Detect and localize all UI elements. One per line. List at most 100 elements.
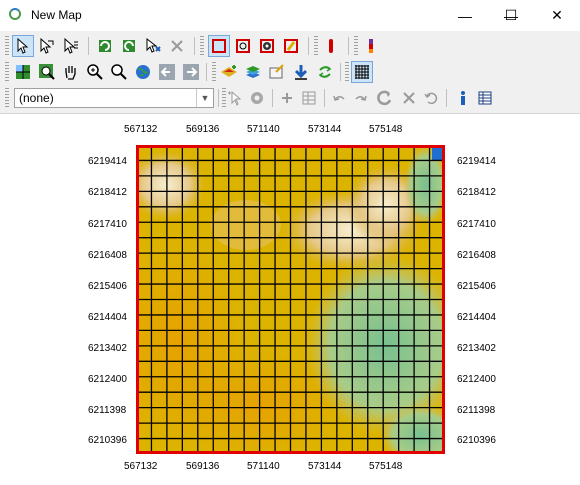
toolbar-grip[interactable] xyxy=(354,36,358,56)
toolbar-grip[interactable] xyxy=(5,62,9,82)
y-tick-label-right: 6219414 xyxy=(457,156,496,167)
color-bar-icon xyxy=(369,39,373,53)
chevron-down-icon[interactable]: ▼ xyxy=(196,89,213,107)
layers-icon xyxy=(246,66,260,78)
rotate-left-button[interactable] xyxy=(94,35,116,57)
select-arrow-button[interactable] xyxy=(12,35,34,57)
grid-overlay-button[interactable] xyxy=(351,61,373,83)
restore-button[interactable] xyxy=(420,87,442,109)
info-button[interactable] xyxy=(452,87,474,109)
rectangle-frame-icon xyxy=(212,39,226,53)
attribute-table-button[interactable] xyxy=(474,87,496,109)
toolbar-grip[interactable] xyxy=(5,88,9,108)
add-icon xyxy=(282,93,292,103)
maximize-icon: ☐ xyxy=(504,7,518,23)
y-tick-label-right: 6214404 xyxy=(457,312,496,323)
select-text-button[interactable] xyxy=(60,35,82,57)
y-tick-label-left: 6215406 xyxy=(88,281,127,292)
y-tick-label-right: 6215406 xyxy=(457,281,496,292)
refresh-button[interactable] xyxy=(314,61,336,83)
y-tick-label-right: 6213402 xyxy=(457,343,496,354)
reload-button[interactable] xyxy=(374,87,396,109)
pan-grid-icon xyxy=(16,65,30,79)
toolbar-separator xyxy=(88,37,89,55)
x-tick-label-bottom: 571140 xyxy=(247,461,280,472)
select-polygon-button[interactable] xyxy=(36,35,58,57)
toolbar-grip[interactable] xyxy=(200,36,204,56)
toolbar-grip[interactable] xyxy=(212,62,216,82)
elevation-raster[interactable] xyxy=(136,145,445,454)
close-x-button[interactable] xyxy=(398,87,420,109)
properties-icon xyxy=(269,64,284,79)
red-marker-button[interactable] xyxy=(320,35,342,57)
red-marker-icon xyxy=(329,39,333,53)
y-tick-label-right: 6218412 xyxy=(457,187,496,198)
x-tick-label-top: 571140 xyxy=(247,124,280,135)
x-tick-label-bottom: 569136 xyxy=(186,461,220,472)
toolbar-separator xyxy=(446,89,447,107)
edit-frame-icon xyxy=(284,39,298,53)
toolbar-separator xyxy=(324,89,325,107)
window-title: New Map xyxy=(31,8,82,22)
rectangle-frame-button[interactable] xyxy=(208,35,230,57)
y-tick-label-left: 6210396 xyxy=(88,435,127,446)
rotate-right-button[interactable] xyxy=(118,35,140,57)
x-tick-label-top: 569136 xyxy=(186,124,220,135)
toolbar-separator xyxy=(348,37,349,55)
zoom-extent-button[interactable] xyxy=(36,61,58,83)
layer-select-value: (none) xyxy=(19,91,54,105)
table-icon xyxy=(302,91,316,105)
y-tick-label-left: 6219414 xyxy=(88,156,127,167)
close-button[interactable]: ✕ xyxy=(534,0,580,31)
x-tick-label-bottom: 573144 xyxy=(308,461,342,472)
zoom-frame-button[interactable] xyxy=(232,35,254,57)
zoom-out-button[interactable] xyxy=(108,61,130,83)
settings-button[interactable] xyxy=(246,87,268,109)
toolbar-separator xyxy=(272,89,273,107)
y-tick-label-left: 6214404 xyxy=(88,312,127,323)
close-icon: ✕ xyxy=(551,7,563,23)
select-point-button[interactable] xyxy=(224,87,246,109)
hand-pan-button[interactable] xyxy=(60,61,82,83)
pan-grid-button[interactable] xyxy=(12,61,34,83)
x-tick-label-top: 573144 xyxy=(308,124,342,135)
select-text-icon xyxy=(64,38,78,54)
zoom-in-button[interactable] xyxy=(84,61,106,83)
globe-button[interactable] xyxy=(132,61,154,83)
undo-button[interactable] xyxy=(328,87,350,109)
maximize-button[interactable]: ☐ xyxy=(488,0,534,31)
attribute-table-icon xyxy=(478,91,492,105)
back-arrow-button[interactable] xyxy=(156,61,178,83)
delete-button[interactable] xyxy=(166,35,188,57)
add-button[interactable] xyxy=(276,87,298,109)
y-tick-label-right: 6210396 xyxy=(457,435,496,446)
rotate-right-icon xyxy=(123,40,135,52)
undo-icon xyxy=(333,95,345,101)
forward-arrow-button[interactable] xyxy=(180,61,202,83)
zoom-in-icon xyxy=(87,64,103,80)
y-tick-label-right: 6217410 xyxy=(457,219,496,230)
toolbar-separator xyxy=(206,63,207,81)
gear-frame-button[interactable] xyxy=(256,35,278,57)
grid-overlay-icon xyxy=(355,65,369,79)
toolbar-row-3: (none) ▼ xyxy=(0,85,580,111)
layers-button[interactable] xyxy=(242,61,264,83)
table-button[interactable] xyxy=(298,87,320,109)
toolbar-grip[interactable] xyxy=(5,36,9,56)
minimize-btn[interactable]: — xyxy=(442,0,488,31)
toolbar-grip[interactable] xyxy=(345,62,349,82)
color-bar-button[interactable] xyxy=(360,35,382,57)
toolbar-separator xyxy=(340,63,341,81)
edit-frame-button[interactable] xyxy=(280,35,302,57)
y-tick-label-left: 6216408 xyxy=(88,250,127,261)
download-button[interactable] xyxy=(290,61,312,83)
move-feature-button[interactable] xyxy=(142,35,164,57)
toolbar-grip[interactable] xyxy=(314,36,318,56)
properties-button[interactable] xyxy=(266,61,288,83)
redo-button[interactable] xyxy=(350,87,372,109)
add-layer-button[interactable] xyxy=(218,61,240,83)
app-logo-icon xyxy=(9,8,21,20)
layer-select[interactable]: (none) ▼ xyxy=(14,88,214,108)
redo-icon xyxy=(355,95,367,101)
gear-frame-icon xyxy=(260,39,274,53)
